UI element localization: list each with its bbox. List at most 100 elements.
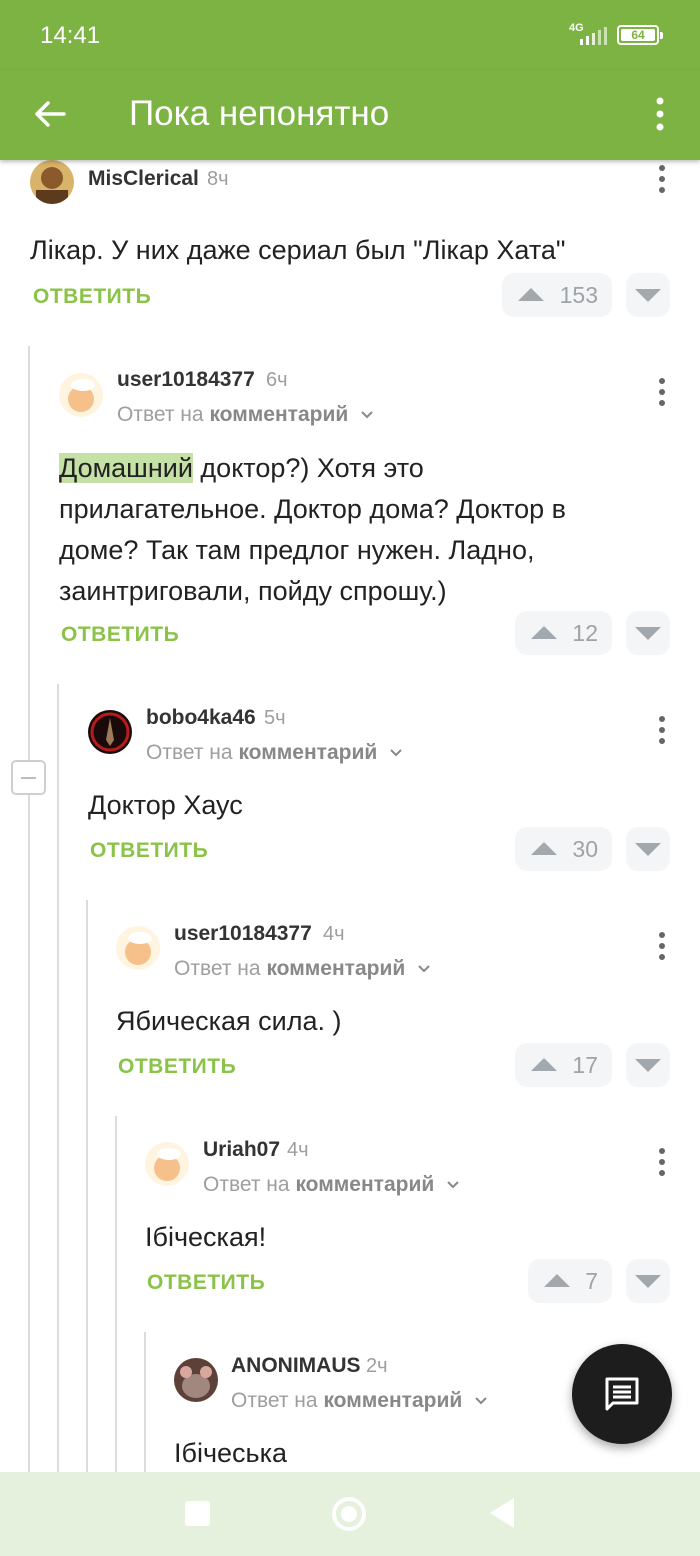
reply-to-link[interactable]: Ответ на комментарий <box>174 957 431 981</box>
comment-time: 4ч <box>323 923 345 945</box>
reply-button[interactable]: ОТВЕТИТЬ <box>33 285 151 309</box>
avatar[interactable] <box>30 160 74 204</box>
page-title: Пока непонятно <box>129 94 390 133</box>
avatar[interactable] <box>59 373 103 417</box>
reply-button[interactable]: ОТВЕТИТЬ <box>90 839 208 863</box>
signal-icon <box>580 27 607 45</box>
comment-text: Ябическая сила. ) <box>116 1006 342 1036</box>
downvote-button[interactable] <box>626 1259 670 1303</box>
arrow-left-icon[interactable] <box>30 94 70 134</box>
thread-line <box>28 346 30 1472</box>
reply-button[interactable]: ОТВЕТИТЬ <box>147 1271 265 1295</box>
comment-text: Домашний доктор?) Хотя это прилагательно… <box>59 448 599 612</box>
vote-count: 30 <box>572 836 598 862</box>
comment-time: 8ч <box>207 168 229 190</box>
arrow-down-icon <box>635 289 661 302</box>
comment-time: 6ч <box>266 369 288 391</box>
comment-text: Ібіческая! <box>145 1222 267 1252</box>
vote-count: 153 <box>559 282 598 308</box>
write-comment-button[interactable] <box>572 1344 672 1444</box>
comment-time: 2ч <box>366 1355 388 1377</box>
comment-author[interactable]: bobo4ka46 <box>146 706 256 730</box>
more-vert-icon[interactable] <box>657 931 667 961</box>
reply-to-link[interactable]: Ответ на комментарий <box>117 403 374 427</box>
reply-prefix: Ответ на <box>117 403 204 426</box>
reply-target: комментарий <box>323 1389 463 1412</box>
status-time: 14:41 <box>40 22 101 49</box>
more-vert-icon[interactable] <box>657 1147 667 1177</box>
comment-text: Ібічеська <box>174 1438 288 1468</box>
comment-author[interactable]: user10184377 <box>174 922 312 946</box>
chevron-down-icon <box>390 749 402 757</box>
more-vert-icon[interactable] <box>650 94 670 134</box>
upvote-button[interactable]: 12 <box>515 611 612 655</box>
vote-count: 17 <box>572 1052 598 1078</box>
arrow-down-icon <box>635 627 661 640</box>
reply-button[interactable]: ОТВЕТИТЬ <box>61 623 179 647</box>
battery-level: 64 <box>621 29 655 42</box>
more-vert-icon[interactable] <box>657 164 667 194</box>
highlighted-word: Домашний <box>59 453 193 483</box>
arrow-down-icon <box>635 843 661 856</box>
arrow-up-icon <box>531 1058 557 1071</box>
avatar[interactable] <box>116 926 160 970</box>
arrow-up-icon <box>531 842 557 855</box>
more-vert-icon[interactable] <box>657 377 667 407</box>
comments-feed[interactable]: MisClerical 8ч Лікар. У них даже сериал … <box>0 160 700 1472</box>
comment-text: Доктор Хаус <box>88 790 243 820</box>
reply-target: комментарий <box>266 957 406 980</box>
arrow-up-icon <box>544 1274 570 1287</box>
avatar[interactable] <box>174 1358 218 1402</box>
thread-line <box>115 1116 117 1472</box>
thread-line <box>86 900 88 1472</box>
comment-author[interactable]: MisClerical <box>88 167 199 191</box>
downvote-button[interactable] <box>626 611 670 655</box>
comment-time: 4ч <box>287 1139 309 1161</box>
downvote-button[interactable] <box>626 1043 670 1087</box>
chevron-down-icon <box>361 411 373 419</box>
comment-text: Лікар. У них даже сериал был "Лікар Хата… <box>30 235 566 265</box>
reply-to-link[interactable]: Ответ на комментарий <box>203 1173 460 1197</box>
comment-author[interactable]: ANONIMAUS <box>231 1354 361 1378</box>
upvote-button[interactable]: 17 <box>515 1043 612 1087</box>
app-bar: Пока непонятно <box>0 70 700 160</box>
comment-icon <box>605 1377 639 1411</box>
comment-author[interactable]: user10184377 <box>117 368 255 392</box>
reply-target: комментарий <box>295 1173 435 1196</box>
arrow-up-icon <box>531 626 557 639</box>
upvote-button[interactable]: 7 <box>528 1259 612 1303</box>
upvote-button[interactable]: 30 <box>515 827 612 871</box>
upvote-button[interactable]: 153 <box>502 273 612 317</box>
arrow-down-icon <box>635 1275 661 1288</box>
downvote-button[interactable] <box>626 827 670 871</box>
circle-icon[interactable] <box>332 1497 366 1531</box>
reply-prefix: Ответ на <box>146 741 233 764</box>
reply-prefix: Ответ на <box>203 1173 290 1196</box>
thread-line <box>57 684 59 1472</box>
status-bar: 14:41 4G 64 <box>0 0 700 70</box>
reply-target: комментарий <box>238 741 378 764</box>
reply-button[interactable]: ОТВЕТИТЬ <box>118 1055 236 1079</box>
reply-to-link[interactable]: Ответ на комментарий <box>231 1389 488 1413</box>
battery-icon: 64 <box>617 25 663 45</box>
downvote-button[interactable] <box>626 273 670 317</box>
more-vert-icon[interactable] <box>657 715 667 745</box>
reply-to-link[interactable]: Ответ на комментарий <box>146 741 403 765</box>
square-icon[interactable] <box>185 1501 210 1526</box>
vote-count: 7 <box>585 1268 598 1294</box>
chevron-down-icon <box>418 965 430 973</box>
thread-line <box>144 1332 146 1472</box>
chevron-down-icon <box>447 1181 459 1189</box>
vote-count: 12 <box>572 620 598 646</box>
system-nav-bar <box>0 1472 700 1556</box>
reply-prefix: Ответ на <box>174 957 261 980</box>
arrow-down-icon <box>635 1059 661 1072</box>
comment-time: 5ч <box>264 707 286 729</box>
comment-author[interactable]: Uriah07 <box>203 1138 280 1162</box>
avatar[interactable] <box>88 710 132 754</box>
reply-target: комментарий <box>209 403 349 426</box>
avatar[interactable] <box>145 1142 189 1186</box>
arrow-up-icon <box>518 288 544 301</box>
collapse-thread-button[interactable] <box>11 760 46 795</box>
triangle-back-icon[interactable] <box>490 1498 514 1528</box>
